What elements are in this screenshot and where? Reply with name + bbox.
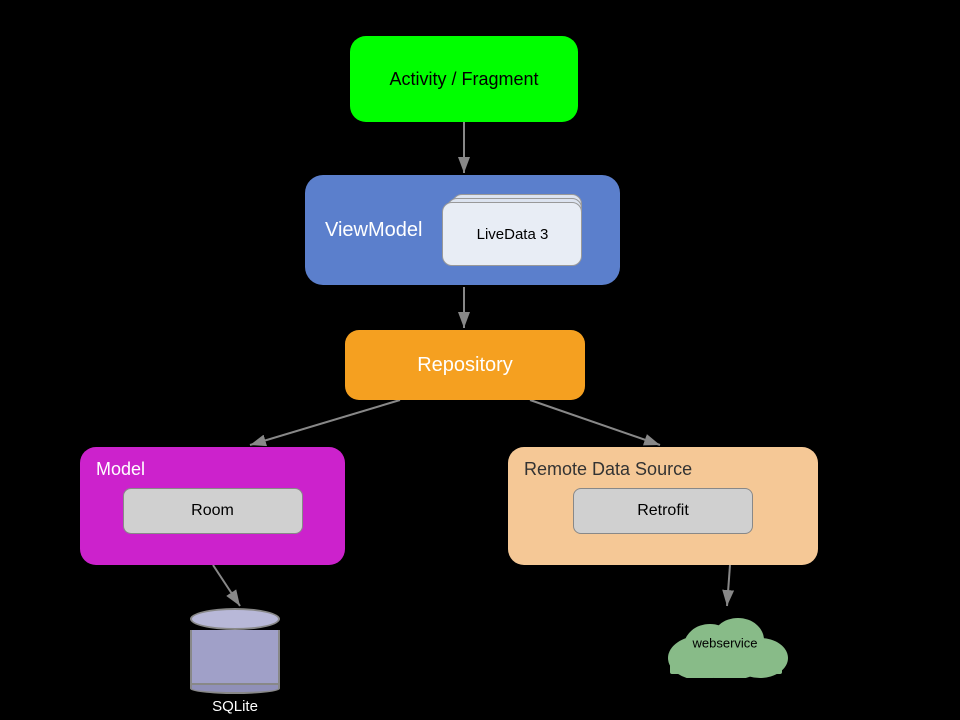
cylinder-body: [190, 630, 280, 685]
sqlite-cylinder: [190, 608, 280, 694]
webservice-cloud: webservice: [660, 608, 790, 678]
remote-data-source-box: Remote Data Source Retrofit: [508, 447, 818, 565]
model-label: Model: [96, 459, 329, 480]
viewmodel-box: ViewModel LiveData 3: [305, 175, 620, 285]
cylinder-top: [190, 608, 280, 630]
cylinder-bottom-cap: [190, 683, 280, 694]
model-box: Model Room: [80, 447, 345, 565]
repository-box: Repository: [345, 330, 585, 400]
room-label: Room: [191, 502, 234, 520]
livedata-label: LiveData 3: [477, 226, 549, 243]
remote-data-source-label: Remote Data Source: [524, 459, 802, 480]
viewmodel-label: ViewModel: [325, 219, 422, 242]
livedata-card-front: LiveData 3: [442, 202, 582, 266]
retrofit-label: Retrofit: [637, 502, 689, 520]
livedata-stack: LiveData 3: [442, 194, 582, 266]
activity-fragment-label: Activity / Fragment: [389, 69, 538, 90]
repository-label: Repository: [417, 354, 513, 377]
room-card: Room: [123, 488, 303, 534]
webservice-label: webservice: [692, 636, 757, 651]
webservice-container: webservice: [660, 608, 790, 678]
architecture-diagram: Activity / Fragment ViewModel LiveData 3…: [0, 0, 960, 720]
retrofit-card: Retrofit: [573, 488, 753, 534]
sqlite-container: SQLite: [190, 608, 280, 715]
activity-fragment-box: Activity / Fragment: [350, 36, 578, 122]
sqlite-label: SQLite: [212, 698, 258, 715]
